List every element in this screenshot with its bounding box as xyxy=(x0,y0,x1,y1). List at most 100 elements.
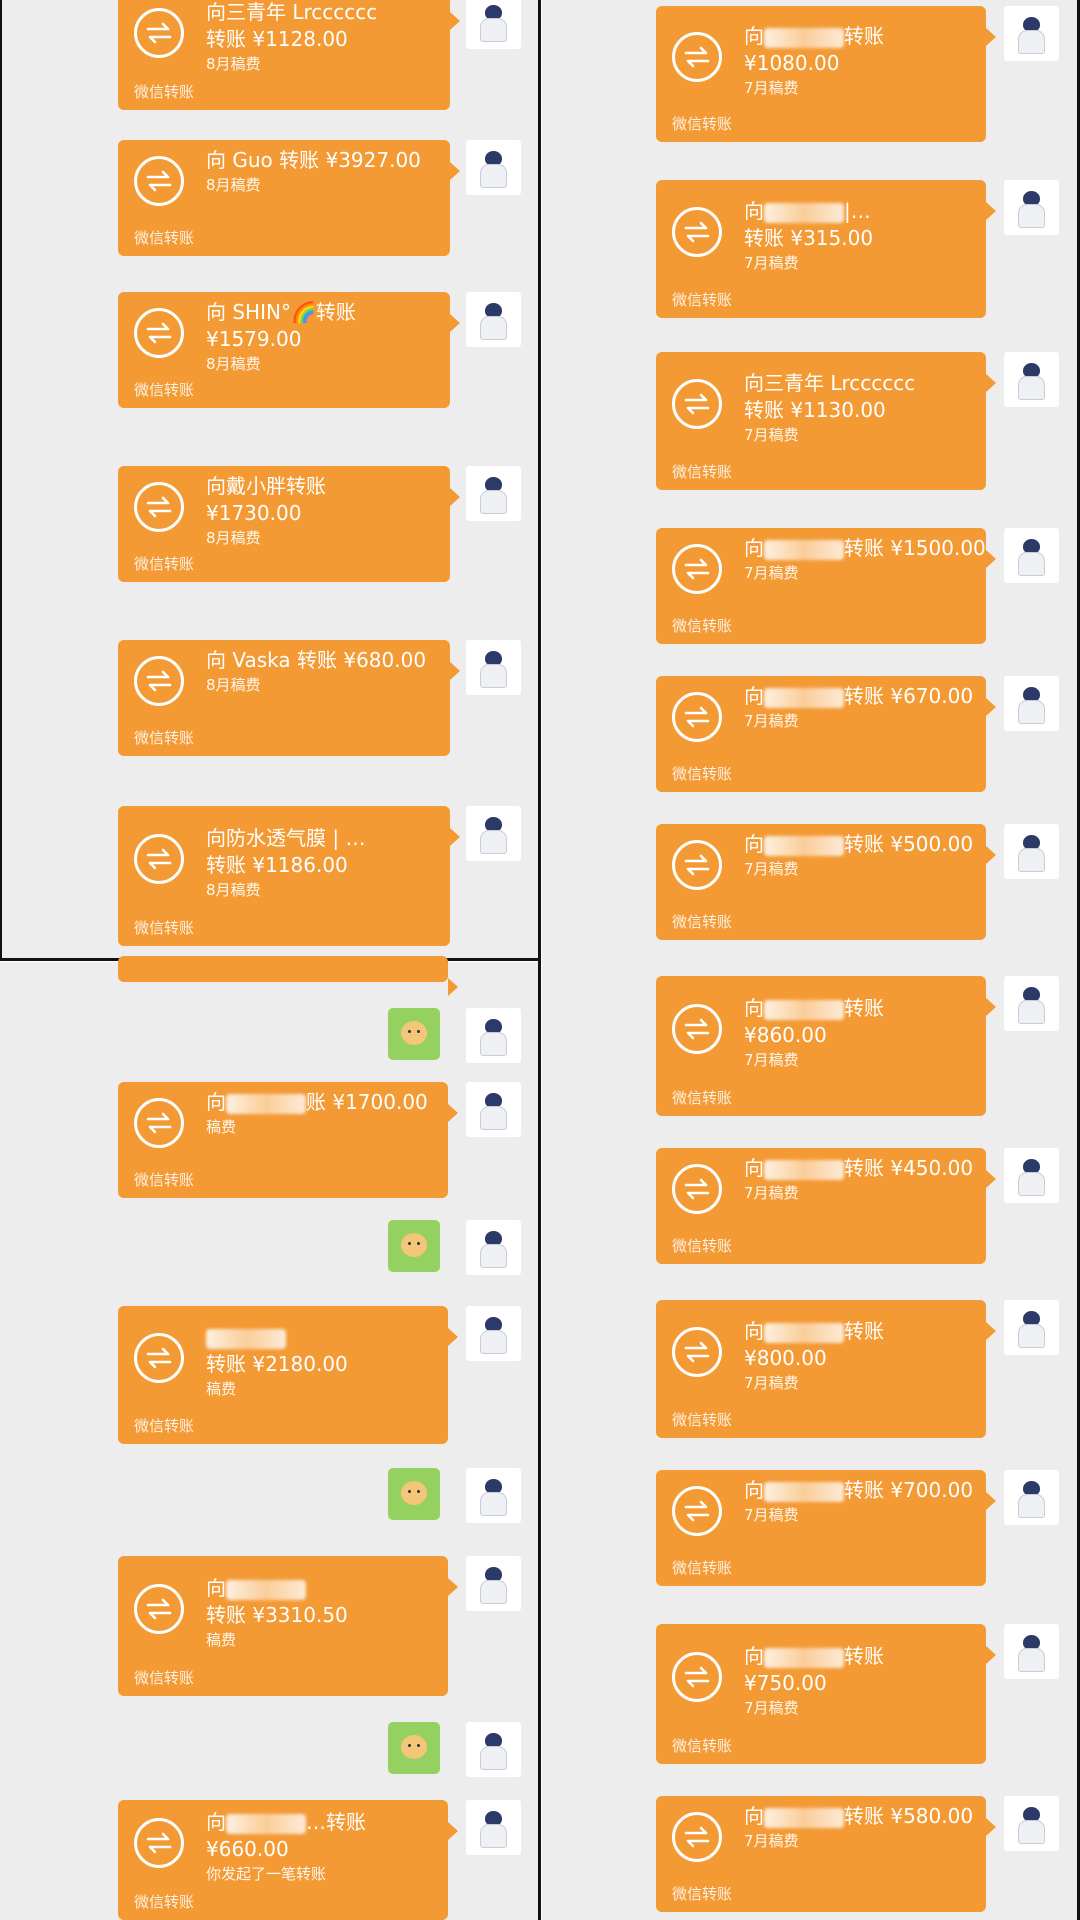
transfer-icon xyxy=(672,840,722,890)
transfer-text: 向 转账 ¥750.00 7月稿费 xyxy=(744,1643,884,1719)
avatar xyxy=(466,1306,521,1361)
transfer-title-prefix: 向 xyxy=(744,24,764,48)
transfer-amount: ¥1579.00 xyxy=(206,327,302,351)
transfer-icon xyxy=(134,482,184,532)
sticker-message[interactable] xyxy=(388,1220,440,1272)
transfer-card[interactable]: 向 转账 ¥670.00 7月稿费 微信转账 xyxy=(656,676,996,792)
avatar-body xyxy=(480,664,507,688)
transfer-text: 向 Vaska 转账 ¥680.00 8月稿费 xyxy=(206,647,426,696)
transfer-text: 向 Guo 转账 ¥3927.00 8月稿费 xyxy=(206,147,421,196)
avatar xyxy=(1004,528,1059,583)
transfer-card[interactable]: 向 转账 ¥1500.00 7月稿费 微信转账 xyxy=(656,528,996,644)
transfer-card[interactable]: 向戴小胖转账 ¥1730.00 8月稿费 微信转账 xyxy=(118,466,460,582)
transfer-footer: 微信转账 xyxy=(672,1885,733,1903)
transfer-card[interactable]: 向 转账 ¥700.00 7月稿费 微信转账 xyxy=(656,1470,996,1586)
transfer-note: 7月稿费 xyxy=(744,564,799,582)
transfer-card[interactable]: 向 Vaska 转账 ¥680.00 8月稿费 微信转账 xyxy=(118,640,460,756)
avatar xyxy=(466,1800,521,1855)
sticker-message[interactable] xyxy=(388,1722,440,1774)
transfer-footer: 微信转账 xyxy=(672,1737,733,1755)
transfer-text: 向 …转账 ¥660.00 你发起了一笔转账 xyxy=(206,1809,366,1885)
transfer-card[interactable]: 向 SHIN°🌈转账 ¥1579.00 8月稿费 微信转账 xyxy=(118,292,460,408)
avatar-body xyxy=(1018,552,1045,576)
transfer-amount: 转账 ¥315.00 xyxy=(744,226,874,250)
transfer-title-suffix: 转账 xyxy=(844,1319,884,1343)
transfer-note: 8月稿费 xyxy=(206,676,261,694)
transfer-note: 7月稿费 xyxy=(744,1699,799,1717)
transfer-title-suffix: 账 ¥1700.00 xyxy=(306,1090,428,1114)
transfer-card[interactable]: 向 账 ¥1700.00 稿费 微信转账 xyxy=(118,1082,458,1198)
transfer-title-prefix: 向 xyxy=(744,684,764,708)
transfer-card[interactable]: 向 |… 转账 ¥315.00 7月稿费 微信转账 xyxy=(656,180,996,318)
transfer-card[interactable]: 向 …转账 ¥660.00 你发起了一笔转账 微信转账 xyxy=(118,1800,458,1920)
transfer-card[interactable]: 向 转账 ¥1080.00 7月稿费 微信转账 xyxy=(656,6,996,142)
transfer-card[interactable]: 向 转账 ¥450.00 7月稿费 微信转账 xyxy=(656,1148,996,1264)
redacted-name xyxy=(764,27,844,48)
transfer-footer: 微信转账 xyxy=(672,1089,733,1107)
transfer-card[interactable]: 向 转账 ¥860.00 7月稿费 微信转账 xyxy=(656,976,996,1116)
transfer-card[interactable]: 向 转账 ¥580.00 7月稿费微信转账 xyxy=(656,1796,996,1912)
transfer-card[interactable]: 向 Guo 转账 ¥3927.00 8月稿费 微信转账 xyxy=(118,140,460,256)
avatar-body xyxy=(1018,1172,1045,1196)
transfer-note: 稿费 xyxy=(206,1380,237,1398)
avatar xyxy=(1004,1470,1059,1525)
transfer-note: 7月稿费 xyxy=(744,1832,799,1850)
transfer-title-prefix: 向 xyxy=(206,1576,226,1600)
transfer-title-prefix: 向 xyxy=(744,199,764,223)
transfer-icon xyxy=(134,308,184,358)
transfer-text: 向三青年 Lrcccccc 转账 ¥1128.00 8月稿费 xyxy=(206,0,377,75)
transfer-card[interactable]: 向防水透气膜 | … 转账 ¥1186.00 8月稿费 微信转账 xyxy=(118,806,460,946)
transfer-text: 向防水透气膜 | … 转账 ¥1186.00 8月稿费 xyxy=(206,825,365,901)
avatar-body xyxy=(480,316,507,340)
transfer-note: 7月稿费 xyxy=(744,860,799,878)
transfer-title-suffix: |… xyxy=(844,199,871,223)
avatar xyxy=(1004,1796,1059,1851)
sticker-eye xyxy=(408,1490,411,1493)
transfer-footer: 微信转账 xyxy=(134,1171,195,1189)
redacted-name xyxy=(764,1481,844,1502)
transfer-card[interactable]: 向转账 ¥3310.50 稿费 微信转账 xyxy=(118,1556,458,1696)
avatar-body xyxy=(480,18,507,42)
transfer-title: 向 …转账 xyxy=(206,1809,366,1836)
transfer-card[interactable]: 向 转账 ¥800.00 7月稿费 微信转账 xyxy=(656,1300,996,1438)
transfer-title-prefix: 向 xyxy=(744,536,764,560)
transfer-footer: 微信转账 xyxy=(672,115,733,133)
transfer-title-prefix: 向 xyxy=(206,1090,226,1114)
transfer-card[interactable]: 转账 ¥2180.00 稿费 微信转账 xyxy=(118,1306,458,1444)
transfer-icon xyxy=(134,8,184,58)
transfer-icon xyxy=(134,1098,184,1148)
transfer-title: 向 账 ¥1700.00 xyxy=(206,1089,428,1116)
transfer-title-prefix: 向戴小胖转账 xyxy=(206,474,326,498)
transfer-note: 8月稿费 xyxy=(206,355,261,373)
transfer-title-prefix: 向 xyxy=(206,1810,226,1834)
transfer-title-suffix: …转账 xyxy=(306,1810,366,1834)
transfer-icon xyxy=(672,1812,722,1862)
transfer-text: 向 账 ¥1700.00 稿费 xyxy=(206,1089,428,1138)
transfer-icon xyxy=(672,1486,722,1536)
avatar-body xyxy=(1018,30,1045,54)
transfer-icon xyxy=(672,1004,722,1054)
sticker-message[interactable] xyxy=(388,1008,440,1060)
transfer-footer: 微信转账 xyxy=(134,381,195,399)
transfer-card[interactable]: 向 转账 ¥750.00 7月稿费 微信转账 xyxy=(656,1624,996,1764)
avatar-body xyxy=(1018,376,1045,400)
transfer-title: 向 Guo 转账 ¥3927.00 xyxy=(206,147,421,174)
sticker-message[interactable] xyxy=(388,1468,440,1520)
transfer-footer: 微信转账 xyxy=(134,83,195,101)
redacted-name xyxy=(764,539,844,560)
transfer-title: 向三青年 Lrcccccc xyxy=(206,0,377,26)
avatar xyxy=(1004,1300,1059,1355)
transfer-text: 向 转账 ¥580.00 7月稿费 xyxy=(744,1803,973,1852)
transfer-title-prefix: 向 Vaska 转账 ¥680.00 xyxy=(206,648,427,672)
transfer-note: 8月稿费 xyxy=(206,881,261,899)
transfer-text: 向 转账 ¥1500.00 7月稿费 xyxy=(744,535,986,584)
avatar xyxy=(466,1082,521,1137)
transfer-footer: 微信转账 xyxy=(134,555,195,573)
transfer-card[interactable]: 向 转账 ¥500.00 7月稿费 微信转账 xyxy=(656,824,996,940)
transfer-card[interactable]: 向三青年 Lrcccccc 转账 ¥1128.00 8月稿费 微信转账 xyxy=(118,0,460,110)
avatar-body xyxy=(1018,204,1045,228)
transfer-card[interactable]: 向三青年 Lrcccccc 转账 ¥1130.00 7月稿费 微信转账 xyxy=(656,352,996,490)
transfer-text: 向 |… 转账 ¥315.00 7月稿费 xyxy=(744,198,873,274)
transfer-footer: 微信转账 xyxy=(134,1669,195,1687)
transfer-amount: ¥1730.00 xyxy=(206,501,302,525)
